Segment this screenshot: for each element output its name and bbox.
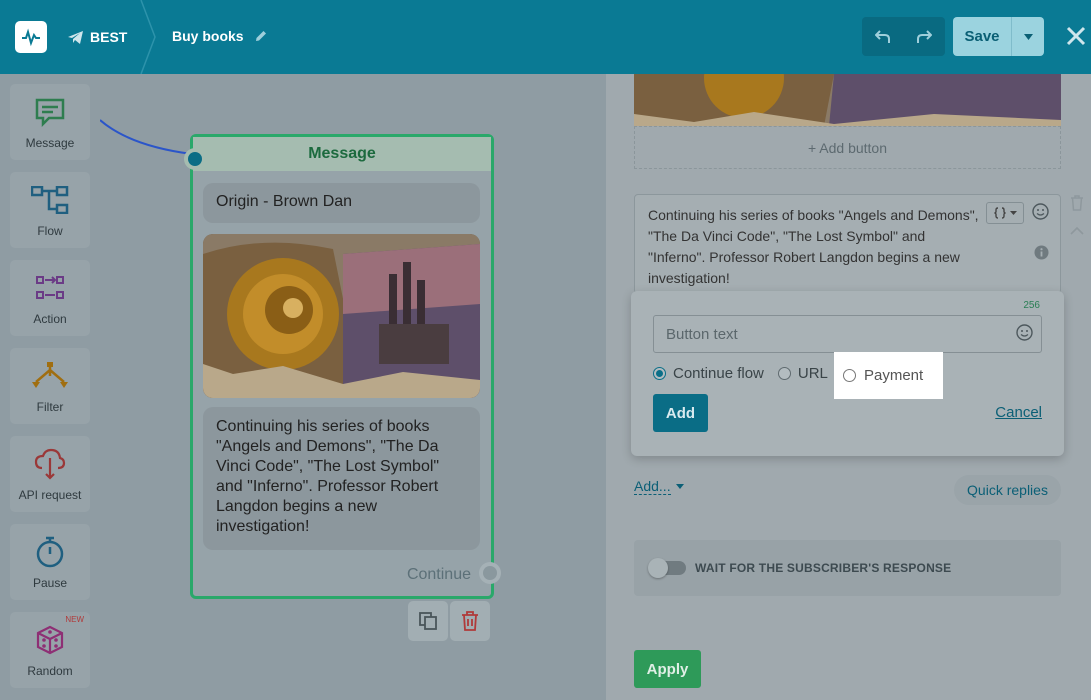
chevron-up-icon[interactable] <box>1070 222 1084 240</box>
variables-button[interactable] <box>986 202 1024 224</box>
duplicate-node-button[interactable] <box>408 601 448 641</box>
message-node[interactable]: Message Origin - Brown Dan Continuing hi… <box>184 134 501 599</box>
radio-url[interactable]: URL <box>777 364 828 382</box>
top-bar: BEST Buy books Save <box>0 0 1091 74</box>
add-button[interactable]: Add <box>653 394 708 432</box>
caret-down-icon <box>675 484 684 489</box>
wait-response-toggle[interactable] <box>648 558 686 578</box>
radio-payment[interactable]: Payment <box>834 352 943 399</box>
close-icon <box>1066 26 1086 46</box>
caret-down-icon <box>1009 211 1017 215</box>
tool-filter[interactable]: Filter <box>10 348 90 424</box>
node-header: Message <box>193 137 491 171</box>
emoji-icon[interactable] <box>1016 324 1033 346</box>
node-input-port[interactable] <box>184 148 206 170</box>
continue-label: Continue <box>406 566 471 583</box>
apply-button[interactable]: Apply <box>634 650 701 688</box>
close-button[interactable] <box>1063 23 1089 49</box>
braces-icon <box>993 207 1006 219</box>
undo-icon <box>874 29 890 43</box>
telegram-icon <box>68 30 83 44</box>
action-icon <box>35 270 65 306</box>
new-badge: NEW <box>65 615 84 624</box>
add-menu-link[interactable]: Add... <box>634 478 684 495</box>
button-text-input[interactable] <box>653 315 1042 353</box>
radio-dot <box>777 366 791 380</box>
node-title-bubble: Origin - Brown Dan <box>203 183 480 223</box>
tool-action[interactable]: Action <box>10 260 90 336</box>
node-output-port[interactable] <box>479 562 501 584</box>
info-icon[interactable] <box>1034 245 1049 266</box>
caret-down-icon <box>1023 33 1033 40</box>
tool-label: Pause <box>32 576 68 590</box>
breadcrumb-separator <box>140 0 156 74</box>
save-group: Save <box>953 17 1044 56</box>
flow-connector <box>100 119 193 155</box>
filter-icon <box>30 358 70 394</box>
radio-label: Payment <box>864 367 924 384</box>
tool-label: Filter <box>36 400 64 414</box>
tool-label: Random <box>27 664 73 678</box>
radio-dot <box>843 369 856 382</box>
history-controls <box>862 17 945 56</box>
redo-icon <box>916 29 932 43</box>
trash-icon <box>462 611 478 631</box>
wait-response-label: WAIT FOR THE SUBSCRIBER'S RESPONSE <box>695 561 952 575</box>
button-type-radios: Continue flow URL <box>653 363 842 383</box>
pulse-logo-icon[interactable] <box>15 21 47 53</box>
save-button[interactable]: Save <box>953 17 1012 56</box>
tool-random[interactable]: NEW Random <box>10 612 90 688</box>
trash-icon[interactable] <box>1070 195 1084 216</box>
radio-label: URL <box>797 364 828 382</box>
message-text: Continuing his series of books "Angels a… <box>648 207 979 286</box>
stopwatch-icon <box>35 534 65 570</box>
radio-continue-flow[interactable]: Continue flow <box>653 365 764 382</box>
panel-image-preview <box>634 74 1061 126</box>
pencil-icon[interactable] <box>254 29 268 43</box>
quick-replies-button[interactable]: Quick replies <box>954 475 1061 505</box>
flow-title[interactable]: Buy books <box>172 28 268 44</box>
tool-api-request[interactable]: API request <box>10 436 90 512</box>
radio-label: Continue flow <box>673 364 764 382</box>
delete-node-button[interactable] <box>450 601 490 641</box>
add-menu-label: Add... <box>634 478 671 495</box>
tool-label: Flow <box>37 224 63 238</box>
tool-label: Message <box>25 136 75 150</box>
dice-icon <box>34 622 66 658</box>
emoji-icon[interactable] <box>1032 203 1049 226</box>
wait-response-row: WAIT FOR THE SUBSCRIBER'S RESPONSE <box>634 540 1061 596</box>
redo-button[interactable] <box>903 17 944 56</box>
tool-label: Action <box>33 312 67 326</box>
cancel-link[interactable]: Cancel <box>995 404 1042 421</box>
bot-name: BEST <box>90 29 128 45</box>
node-text-bubble: Continuing his series of books "Angels a… <box>203 407 480 550</box>
api-cloud-icon <box>34 446 66 482</box>
undo-button[interactable] <box>862 17 903 56</box>
flow-title-text: Buy books <box>172 28 244 44</box>
char-counter: 256 <box>1023 300 1040 311</box>
add-button-slot[interactable]: + Add button <box>634 126 1061 169</box>
tool-pause[interactable]: Pause <box>10 524 90 600</box>
message-icon <box>35 94 65 130</box>
tools-sidebar: Message Flow Action Filter API request P… <box>0 74 100 700</box>
flow-icon <box>31 182 69 218</box>
bot-breadcrumb[interactable]: BEST <box>68 28 127 46</box>
node-image <box>203 234 480 398</box>
message-text-card[interactable]: Continuing his series of books "Angels a… <box>634 194 1061 294</box>
tool-flow[interactable]: Flow <box>10 172 90 248</box>
save-options-button[interactable] <box>1012 17 1044 56</box>
copy-icon <box>419 612 437 630</box>
tool-message[interactable]: Message <box>10 84 90 160</box>
radio-dot <box>653 366 666 380</box>
tool-label: API request <box>18 488 82 502</box>
